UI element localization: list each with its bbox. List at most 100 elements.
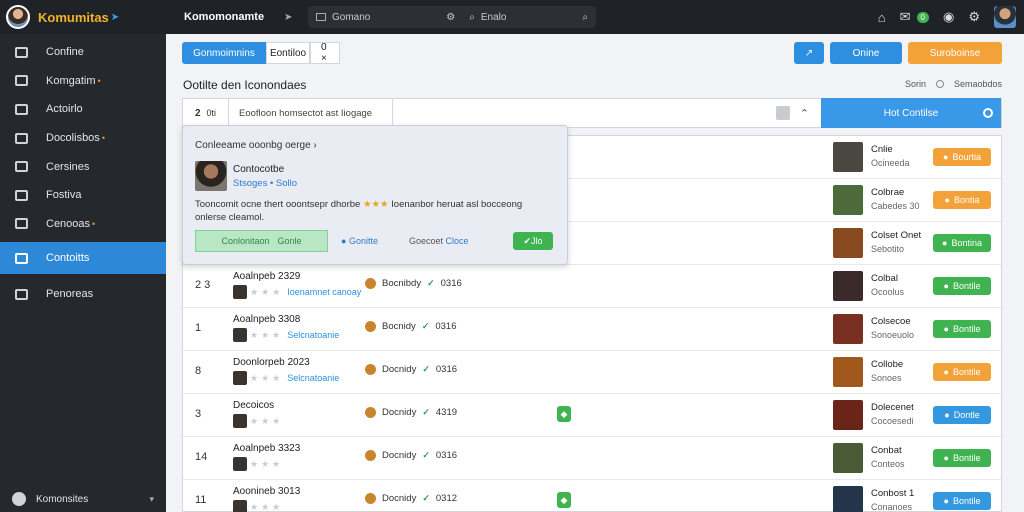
tab-3[interactable]: 0 ×	[310, 42, 340, 64]
row-tag[interactable]: Selcnatoanie	[287, 373, 339, 383]
sort-control[interactable]: Sorin Semaobdos	[905, 79, 1002, 89]
subscribe-button[interactable]: Suroboinse	[908, 42, 1002, 64]
sidebar-item-6[interactable]: Fostiva	[0, 181, 166, 210]
forward-icon[interactable]: ➤	[284, 12, 298, 23]
row-tag[interactable]: Ioenamnet canoay	[287, 287, 361, 297]
popup-ok-button[interactable]: ✔ Jlo	[513, 232, 553, 250]
search-icon[interactable]: ⌕	[469, 12, 475, 23]
status-label: Bourtia	[952, 152, 981, 162]
popup-link-2-label2: Cloce	[445, 236, 469, 246]
tab-2[interactable]: Eontiloo	[266, 42, 310, 64]
filter-text[interactable]: Eoofloon homsectot ast Iiogage	[229, 99, 393, 127]
row-meta-label: Docnidy	[382, 450, 417, 461]
status-button[interactable]: ● Bontia	[933, 191, 991, 209]
game-thumbnail[interactable]	[833, 486, 863, 512]
row-index: 14	[195, 451, 208, 463]
game-thumbnail[interactable]	[833, 142, 863, 172]
sidebar-item-active[interactable]: Contoitts	[0, 242, 166, 275]
search-icon-right[interactable]: ⌕	[582, 12, 588, 23]
home-icon[interactable]: ⌂	[878, 10, 886, 25]
popup-sub[interactable]: Stsoges • Sollo	[233, 178, 297, 189]
status-button[interactable]: ● Bontile	[933, 363, 991, 381]
sidebar-item-4[interactable]: Docolisbos •	[0, 124, 166, 153]
status-button[interactable]: ● Bontile	[933, 492, 991, 510]
check-icon: ✓	[421, 321, 430, 331]
game-name: Collobe	[871, 359, 904, 370]
row-tag[interactable]: Selcnatoanie	[287, 330, 339, 340]
flag-icon[interactable]: ◆	[557, 492, 571, 508]
tab-primary[interactable]: Gonmoimnins	[182, 42, 266, 64]
popup-link-2[interactable]: Goecoet Cloce	[409, 236, 469, 246]
settings-gear-icon[interactable]: ⚙	[968, 9, 980, 25]
row-date: Decoicos	[233, 400, 275, 411]
table-row[interactable]: 1 Aoalnpeb 3308 ★ ★ ★ Selcnatoanie Bocnidy ✓ 031…	[183, 308, 1001, 351]
filter-left[interactable]: 2 0ti	[183, 99, 229, 127]
game-thumbnail[interactable]	[833, 357, 863, 387]
status-button[interactable]: ● Bontina	[933, 234, 991, 252]
table-row[interactable]: 11 Aoonineb 3013 ★ ★ ★ Docnidy ✓ 0312 ◆ Conbost 1…	[183, 480, 1001, 512]
popup-accept-button[interactable]: Conlonitaon Gonle	[195, 230, 328, 252]
status-button[interactable]: ● Bourtia	[933, 148, 991, 166]
game-thumbnail[interactable]	[833, 443, 863, 473]
game-thumbnail[interactable]	[833, 400, 863, 430]
sidebar-item-label: Docolisbos	[46, 132, 100, 145]
popup-link-1[interactable]: ● Gonitte	[341, 236, 378, 246]
star-icon: ★	[272, 329, 281, 340]
rating-stars: ★★★	[362, 199, 389, 210]
online-button[interactable]: Onine	[830, 42, 902, 64]
chevron-up-icon[interactable]: ⌃	[800, 107, 809, 120]
table-row[interactable]: 14 Aoalnpeb 3323 ★ ★ ★ Docnidy ✓ 0316 Conbat Cont…	[183, 437, 1001, 480]
top-search[interactable]: Gomano ⚙ ⌕ Enalo ⌕	[308, 6, 596, 28]
star-icon: ★	[272, 501, 281, 512]
row-number: 4319	[435, 407, 458, 418]
sidebar-item-5[interactable]: Cersines	[0, 152, 166, 181]
game-thumbnail[interactable]	[833, 314, 863, 344]
filter-mid: ⌃	[393, 106, 821, 120]
table-row[interactable]: 2 3 Aoalnpeb 2329 ★ ★ ★ Ioenamnet canoay Bocni…	[183, 265, 1001, 308]
popup-link-1-label: Gonitte	[348, 236, 378, 246]
messages-badge: 0	[916, 11, 929, 23]
send-button[interactable]: ↗	[794, 42, 824, 64]
messages-icon[interactable]: ✉	[900, 9, 911, 25]
chevron-down-icon[interactable]: ▾	[149, 494, 154, 505]
user-avatar[interactable]	[994, 6, 1016, 28]
popup-title[interactable]: Conleeame ooonbg oerge ›	[195, 140, 317, 151]
filter-cta-button[interactable]: Hot Contilse	[821, 98, 1001, 128]
sidebar-item-7[interactable]: Cenooas •	[0, 210, 166, 239]
table-row[interactable]: 8 Doonlorpeb 2023 ★ ★ ★ Selcnatoanie Docnidy ✓ 0…	[183, 351, 1001, 394]
search-icon	[983, 108, 993, 118]
sidebar-item-9[interactable]: Penoreas	[0, 280, 166, 309]
game-sub: Ocoolus	[871, 287, 905, 297]
notifications-icon[interactable]: ◉	[943, 9, 954, 25]
popup-description: Tooncomit ocne thert ooontsepr dhorbe ★★…	[195, 198, 555, 224]
status-button[interactable]: ● Dontle	[933, 406, 991, 424]
star-icon: ★	[250, 329, 259, 340]
game-thumbnail[interactable]	[833, 228, 863, 258]
sidebar-item-1[interactable]: Confine	[0, 38, 166, 67]
table-row[interactable]: 3 Decoicos ★ ★ ★ Docnidy ✓ 4319 ◆ Dolecenet Cocoes…	[183, 394, 1001, 437]
popup-accept-label: Conlonitaon	[221, 236, 270, 246]
brand[interactable]: Komumitas ➤	[0, 5, 166, 29]
star-icon: ★	[250, 458, 259, 469]
status-button[interactable]: ● Bontile	[933, 277, 991, 295]
sidebar-footer[interactable]: Komonsites ▾	[0, 492, 166, 506]
status-button[interactable]: ● Bontile	[933, 320, 991, 338]
game-thumbnail[interactable]	[833, 185, 863, 215]
row-meta: Docnidy ✓ 0316	[365, 450, 457, 461]
sidebar-item-3[interactable]: Actoirlo	[0, 95, 166, 124]
star-icon: ★	[250, 372, 259, 383]
sidebar-footer-label: Komonsites	[36, 493, 89, 505]
row-rating: ★ ★ ★	[233, 414, 287, 428]
popup-ok-label: Jlo	[531, 236, 543, 246]
pin-icon[interactable]	[775, 106, 790, 120]
row-date: Aoalnpeb 3308	[233, 314, 301, 325]
star-icon: ★	[272, 372, 281, 383]
game-thumbnail[interactable]	[833, 271, 863, 301]
nav-icon	[15, 103, 28, 115]
row-date: Aoalnpeb 2329	[233, 271, 301, 282]
sidebar-item-2[interactable]: Komgatim •	[0, 67, 166, 96]
status-button[interactable]: ● Bontile	[933, 449, 991, 467]
row-user-avatar	[233, 328, 247, 342]
flag-icon[interactable]: ◆	[557, 406, 571, 422]
settings-icon[interactable]: ⚙	[446, 12, 455, 23]
